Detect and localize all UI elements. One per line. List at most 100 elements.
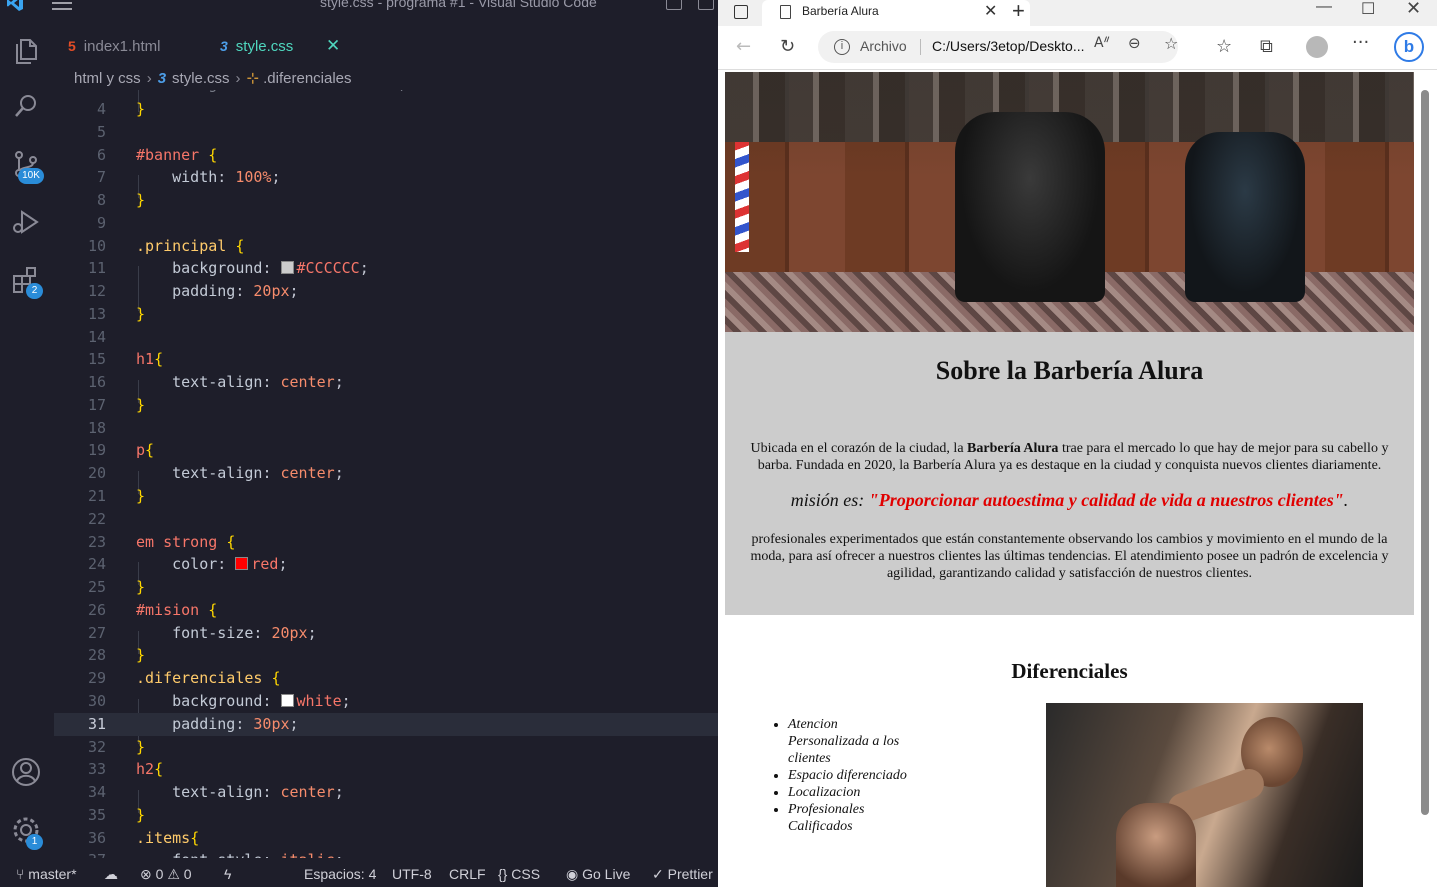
- address-url[interactable]: C:/Users/3etop/Deskto...: [932, 38, 1085, 54]
- lightning-icon[interactable]: ϟ: [224, 866, 231, 882]
- mision-paragraph: misión es: "Proporcionar autoestima y ca…: [790, 490, 1349, 510]
- address-scheme-label: Archivo: [860, 38, 907, 54]
- minimize-icon[interactable]: —: [1316, 0, 1332, 16]
- encoding-status[interactable]: UTF-8: [392, 866, 432, 882]
- more-options-icon[interactable]: ···: [1352, 32, 1369, 53]
- css-file-icon: 3: [157, 69, 167, 87]
- sync-icon[interactable]: ☁: [104, 866, 118, 883]
- maximize-icon[interactable]: ☐: [1361, 0, 1375, 19]
- refresh-icon[interactable]: ↻: [780, 36, 795, 57]
- close-icon[interactable]: ✕: [326, 36, 340, 56]
- page-title: Sobre la Barbería Alura: [935, 356, 1204, 385]
- code-line: 26 #mision {: [87, 601, 218, 619]
- code-line: 24 color: red;: [87, 555, 288, 573]
- address-bar[interactable]: i Archivo C:/Users/3etop/Deskto... Aᐥ ⊖ …: [818, 31, 1178, 63]
- menu-icon[interactable]: [52, 0, 72, 10]
- source-control-icon[interactable]: 10K: [10, 148, 44, 184]
- new-tab-icon[interactable]: +: [1012, 0, 1025, 24]
- scrollbar-thumb[interactable]: [1421, 90, 1429, 815]
- code-line: 14: [87, 328, 106, 346]
- check-icon: ✓: [652, 866, 668, 882]
- accounts-icon[interactable]: [10, 756, 42, 788]
- error-icon: ⊗: [140, 866, 156, 882]
- breadcrumb-symbol[interactable]: .diferenciales: [263, 70, 351, 87]
- problems-status[interactable]: ⊗ 0 ⚠ 0: [140, 866, 192, 883]
- browser-tab[interactable]: Barbería Alura ✕: [762, 0, 1030, 26]
- css-file-icon: 3: [220, 38, 228, 54]
- code-editor[interactable]: 3 background-color: #CCCCCC; 4} 5 6#bann…: [54, 90, 718, 858]
- settings-badge: 1: [26, 834, 43, 850]
- warning-icon: ⚠: [167, 866, 184, 882]
- source-control-badge: 10K: [18, 168, 44, 184]
- toggle-panel-icon[interactable]: [698, 0, 714, 10]
- code-line: 3 background-color: #CCCCCC;: [54, 90, 718, 96]
- favorites-icon[interactable]: ☆: [1216, 36, 1232, 57]
- settings-gear-icon[interactable]: 1: [10, 814, 43, 850]
- breadcrumb: html y css › 3 style.css › ⊹ .diferencia…: [74, 66, 352, 90]
- browser-tab-title: Barbería Alura: [802, 4, 879, 18]
- indentation-status[interactable]: Espacios: 4: [304, 866, 376, 882]
- collections-icon[interactable]: ⧉: [1260, 36, 1273, 57]
- color-swatch[interactable]: [235, 557, 249, 570]
- explorer-icon[interactable]: [10, 34, 42, 66]
- eol-status[interactable]: CRLF: [449, 866, 486, 882]
- braces-icon: {}: [498, 866, 512, 882]
- principal-section: Sobre la Barbería Alura Ubicada en el co…: [725, 332, 1414, 615]
- close-window-icon[interactable]: ✕: [1406, 0, 1421, 19]
- tab-actions-icon[interactable]: [734, 5, 748, 19]
- code-line: 7 width: 100%;: [96, 168, 281, 186]
- profile-avatar[interactable]: [1306, 36, 1328, 58]
- add-favorite-icon[interactable]: ☆: [1164, 34, 1178, 53]
- extensions-icon[interactable]: 2: [10, 264, 43, 299]
- description-paragraph: profesionales experimentados que están c…: [750, 532, 1389, 581]
- banner-image: [725, 72, 1414, 332]
- tab-index1-html[interactable]: 5 index1.html: [68, 28, 161, 64]
- code-line: 37 font-style: italic;: [54, 849, 718, 858]
- window-title: style.css - programa #1 - Visual Studio …: [320, 0, 597, 10]
- code-line: 4}: [96, 100, 146, 118]
- code-line: 25}: [87, 578, 146, 596]
- color-swatch[interactable]: [280, 261, 294, 274]
- code-line: 36 .items{: [87, 829, 200, 847]
- code-line: 12 padding: 20px;: [87, 282, 299, 300]
- back-icon[interactable]: ←: [736, 36, 751, 57]
- breadcrumb-folder[interactable]: html y css: [74, 70, 141, 87]
- tab-style-css[interactable]: 3 style.css: [220, 28, 293, 64]
- editor-tabs: 5 index1.html 3 style.css ✕: [54, 28, 718, 64]
- code-line: 13}: [87, 305, 146, 323]
- chevron-right-icon: ›: [235, 69, 241, 87]
- code-line: 16 text-align: center;: [87, 373, 344, 391]
- search-icon[interactable]: [10, 90, 42, 122]
- activity-bar: 10K 2 1: [0, 14, 54, 864]
- breadcrumb-file[interactable]: style.css: [172, 70, 230, 87]
- code-line: 20 text-align: center;: [87, 464, 344, 482]
- go-live-button[interactable]: ◉ Go Live: [566, 866, 630, 883]
- info-icon[interactable]: i: [834, 39, 850, 55]
- code-line: 23 em strong {: [87, 533, 236, 551]
- prettier-status[interactable]: ✓ Prettier: [652, 866, 713, 883]
- browser-tab-strip: Barbería Alura ✕ + — ☐ ✕: [718, 0, 1437, 26]
- barber-photo: [1046, 703, 1363, 887]
- run-debug-icon[interactable]: [10, 206, 42, 238]
- diferenciales-section: Diferenciales Atencion Personalizada a l…: [725, 615, 1414, 887]
- close-tab-icon[interactable]: ✕: [984, 1, 997, 20]
- browser-viewport: Sobre la Barbería Alura Ubicada en el co…: [718, 70, 1437, 887]
- code-line: 28}: [87, 646, 146, 664]
- code-line: 34 text-align: center;: [87, 783, 344, 801]
- browser-toolbar: ← ↻ i Archivo C:/Users/3etop/Deskto... A…: [718, 26, 1437, 70]
- read-aloud-icon[interactable]: Aᐥ: [1094, 35, 1110, 51]
- code-line: 32}: [87, 738, 146, 756]
- vertical-scrollbar[interactable]: [1420, 78, 1430, 818]
- language-status[interactable]: {} CSS: [498, 866, 540, 882]
- bing-icon[interactable]: b: [1394, 32, 1424, 62]
- section-title: Diferenciales: [1011, 659, 1128, 683]
- color-swatch[interactable]: [280, 694, 294, 707]
- code-line: 19 p{: [87, 441, 155, 459]
- list-item: Espacio diferenciado: [788, 767, 918, 784]
- extensions-badge: 2: [26, 283, 43, 299]
- zoom-icon[interactable]: ⊖: [1128, 34, 1141, 52]
- branch-status[interactable]: ⑂ master*: [16, 866, 77, 882]
- code-line: 29 .diferenciales {: [87, 669, 281, 687]
- chevron-right-icon: ›: [146, 69, 152, 87]
- toggle-sidebar-icon[interactable]: [666, 0, 682, 10]
